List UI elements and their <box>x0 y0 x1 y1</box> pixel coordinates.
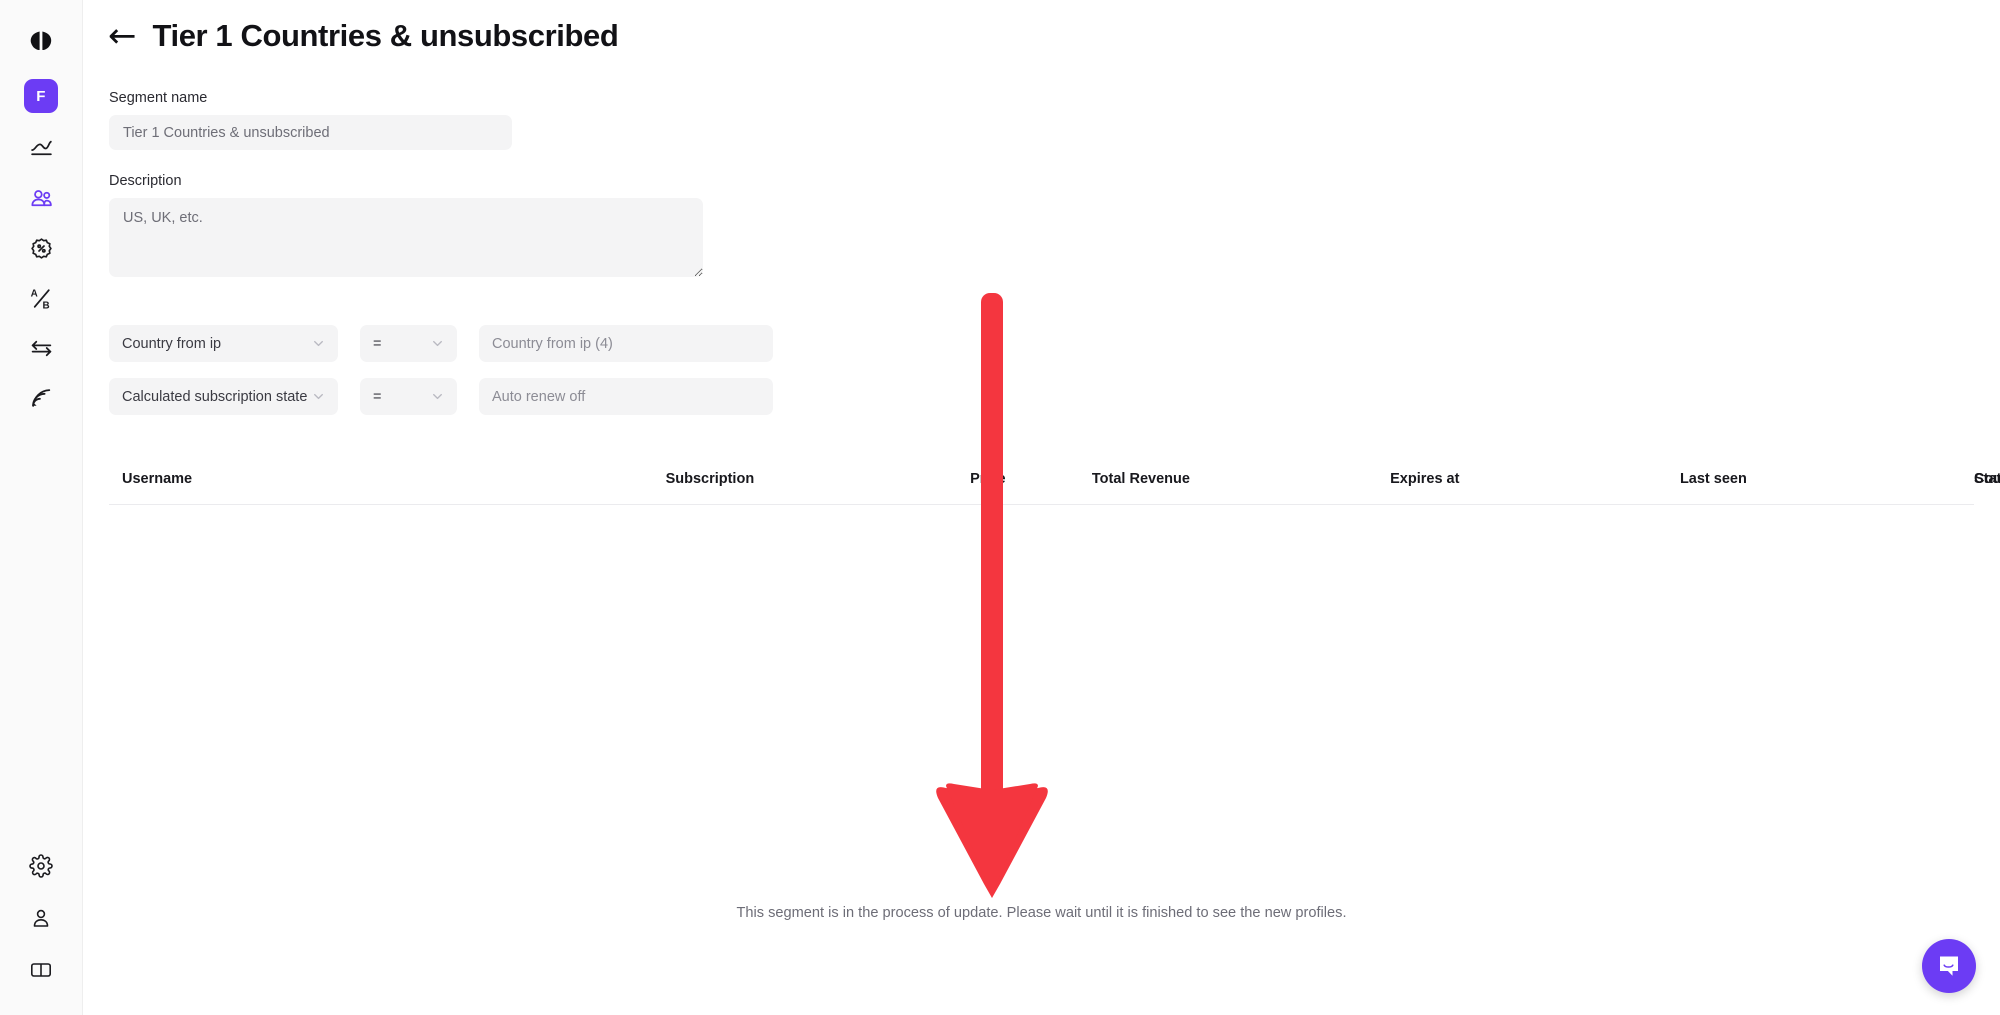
profiles-table-wrap: Username Subscription Price Total Revenu… <box>83 461 2000 505</box>
book-icon <box>30 963 51 977</box>
page-header: ← Tier 1 Countries & unsubscribed <box>83 0 2000 54</box>
profiles-table: Username Subscription Price Total Revenu… <box>109 461 2000 505</box>
sidebar-item-audience[interactable] <box>20 181 62 215</box>
sidebar-item-settings[interactable] <box>20 849 62 883</box>
filter-field-select[interactable]: Calculated subscription state <box>109 378 338 415</box>
broadcast-rss-icon <box>31 388 50 407</box>
description-textarea[interactable] <box>109 198 703 277</box>
filter-value-input[interactable]: Country from ip (4) <box>479 325 773 362</box>
filter-operator-select[interactable]: = <box>360 378 457 415</box>
sidebar-nav-list: A B <box>20 131 62 415</box>
column-header-last-seen[interactable]: Last seen <box>1680 461 1974 505</box>
description-group: Description <box>109 173 2000 277</box>
workspace-avatar[interactable]: F <box>24 79 58 113</box>
leaf-logo-icon <box>30 31 52 50</box>
sidebar: F A B <box>0 0 83 1015</box>
sidebar-item-promotions[interactable] <box>20 231 62 265</box>
main-content: ← Tier 1 Countries & unsubscribed Segmen… <box>83 0 2000 1015</box>
workspace-avatar-initial: F <box>36 87 46 105</box>
chevron-down-icon <box>312 337 325 350</box>
filter-value-text: Country from ip (4) <box>492 335 613 352</box>
column-header-username[interactable]: Username <box>109 461 666 505</box>
discount-badge-percent-icon <box>30 237 52 259</box>
intercom-launcher-button[interactable] <box>1922 939 1976 993</box>
segment-name-input[interactable] <box>109 115 512 150</box>
app-root: F A B ← Tier 1 Countries & unsubscribed … <box>0 0 2000 1015</box>
sidebar-bottom-nav <box>0 849 82 987</box>
table-head: Username Subscription Price Total Revenu… <box>109 461 2000 505</box>
column-header-price[interactable]: Price <box>970 461 1092 505</box>
back-arrow-icon[interactable]: ← <box>108 19 137 53</box>
table-header-row: Username Subscription Price Total Revenu… <box>109 461 2000 505</box>
analytics-line-chart-icon <box>30 140 52 155</box>
sidebar-item-broadcasts[interactable] <box>20 381 62 415</box>
filter-operator-value: = <box>373 335 382 352</box>
sidebar-item-documentation[interactable] <box>20 953 62 987</box>
users-group-icon <box>30 189 52 206</box>
sidebar-item-integrations[interactable] <box>20 331 62 365</box>
chevron-down-icon <box>312 390 325 403</box>
chevron-down-icon <box>431 337 444 350</box>
sidebar-item-ab-tests[interactable]: A B <box>20 281 62 315</box>
filter-field-select[interactable]: Country from ip <box>109 325 338 362</box>
sidebar-item-analytics[interactable] <box>20 131 62 165</box>
swap-arrows-icon <box>31 340 51 356</box>
svg-text:A: A <box>30 288 37 299</box>
segment-name-group: Segment name <box>109 90 2000 150</box>
column-header-expires-at[interactable]: Expires at <box>1390 461 1680 505</box>
filter-field-value: Country from ip <box>122 335 222 352</box>
filter-operator-select[interactable]: = <box>360 325 457 362</box>
filter-row: Country from ip = Country from ip (4) <box>109 325 2000 362</box>
chevron-down-icon <box>431 390 444 403</box>
sidebar-item-account[interactable] <box>20 901 62 935</box>
segment-form: Segment name Description Country from ip <box>83 54 2000 415</box>
filter-field-value: Calculated subscription state <box>122 388 308 405</box>
filter-list: Country from ip = Country from ip (4) Ca… <box>109 325 2000 415</box>
ab-test-icon: A B <box>30 288 49 311</box>
filter-row: Calculated subscription state = Auto ren… <box>109 378 2000 415</box>
status-message: This segment is in the process of update… <box>736 905 1347 921</box>
segment-name-label: Segment name <box>109 90 208 106</box>
chat-bubble-smile-icon <box>1940 956 1958 976</box>
app-logo[interactable] <box>20 20 62 62</box>
person-icon <box>33 909 49 927</box>
gear-icon <box>29 854 53 878</box>
filter-operator-value: = <box>373 388 382 405</box>
column-header-subscription[interactable]: Subscription <box>666 461 971 505</box>
filter-value-input[interactable]: Auto renew off <box>479 378 773 415</box>
svg-text:B: B <box>42 300 49 311</box>
description-label: Description <box>109 173 182 189</box>
filter-value-text: Auto renew off <box>492 388 586 405</box>
page-title: Tier 1 Countries & unsubscribed <box>152 18 619 53</box>
column-header-total-revenue[interactable]: Total Revenue <box>1092 461 1390 505</box>
